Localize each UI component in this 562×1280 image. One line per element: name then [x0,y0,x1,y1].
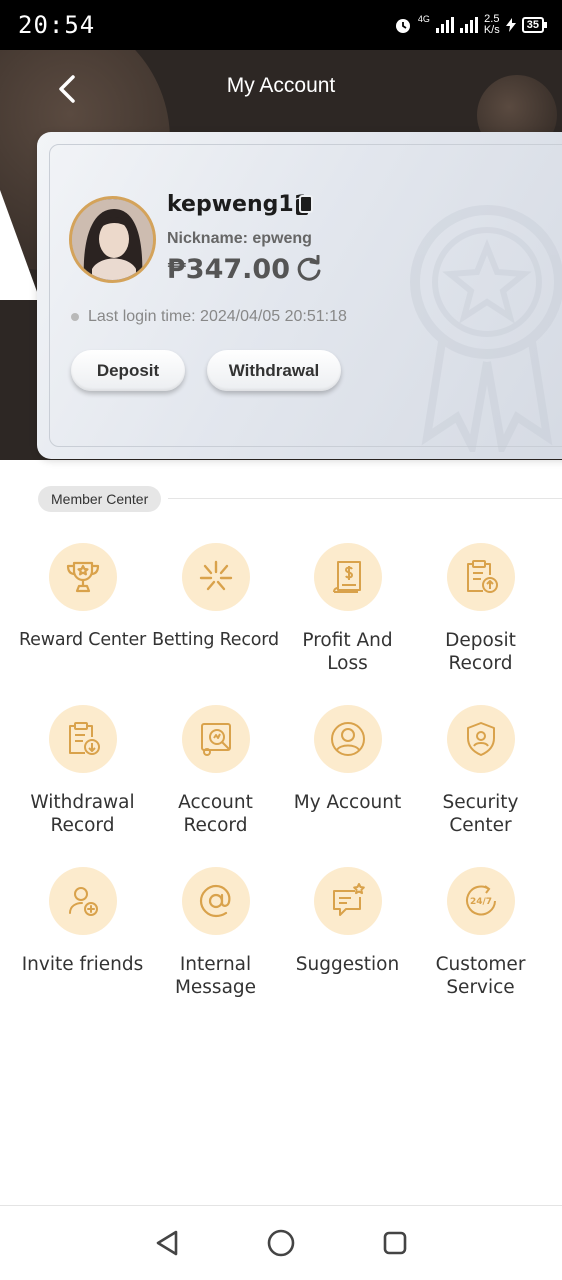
withdrawal-record-label: Withdrawal Record [30,792,135,836]
user-add-icon [68,887,98,916]
customer-service-label: Customer Service [435,954,526,998]
trophy-icon [66,561,99,593]
customer-service-item[interactable]: 24/7 Customer Service [414,867,547,999]
last-login: Last login time: 2024/04/05 20:51:18 [71,308,347,326]
refresh-balance-button[interactable] [295,254,323,288]
account-card: kepweng11 Nickname: epweng ₱347.00 Last … [37,132,562,459]
nav-home-button[interactable] [261,1223,301,1263]
suggestion-item[interactable]: Suggestion [281,867,414,976]
user-circle-icon [330,722,365,756]
net-speed-unit: K/s [483,24,500,36]
last-login-text: Last login time: 2024/04/05 20:51:18 [88,308,347,325]
withdrawal-button[interactable]: Withdrawal [207,350,341,391]
username: kepweng11 [167,192,309,217]
copy-button[interactable] [294,195,314,222]
divider [168,498,562,499]
medal-watermark-icon [410,205,562,452]
profit-and-loss-item[interactable]: Profit And Loss [281,543,414,675]
sparkle-icon [199,560,232,591]
status-icons: 4G 2.5 K/s 35 [394,14,548,36]
signal-icon-2 [459,17,478,33]
at-sign-icon [199,884,230,918]
nav-recents-button[interactable] [375,1223,415,1263]
betting-record-item[interactable]: Betting Record [149,543,282,652]
nickname: Nickname: epweng [167,230,312,247]
dollar-receipt-icon [332,561,361,593]
avatar[interactable] [69,196,156,283]
alarm-icon [395,19,410,33]
nav-back-button[interactable] [147,1223,187,1263]
chat-star-icon [332,883,365,916]
square-recents-icon [383,1231,407,1255]
suggestion-label: Suggestion [295,954,400,975]
deposit-record-label: Deposit Record [445,630,516,674]
security-center-item[interactable]: Security Center [414,705,547,837]
clipboard-upload-icon [466,560,498,593]
reward-center-item[interactable]: Reward Center [16,543,149,652]
deposit-record-item[interactable]: Deposit Record [414,543,547,675]
internal-message-label: Internal Message [174,954,257,998]
security-center-label: Security Center [442,792,519,836]
betting-record-label: Betting Record [152,630,279,650]
clipboard-download-icon [68,722,100,755]
account-record-item[interactable]: Account Record [149,705,282,837]
circle-home-icon [267,1229,295,1257]
internal-message-item[interactable]: Internal Message [149,867,282,999]
header-wedge [0,190,40,300]
profit-and-loss-label: Profit And Loss [302,630,393,674]
status-bar: 20:54 4G 2.5 K/s 35 [0,0,562,50]
balance: ₱347.00 [167,254,290,285]
triangle-back-icon [156,1230,178,1256]
shield-user-icon [466,722,495,756]
account-record-icon [200,723,231,756]
charging-icon [505,18,516,32]
support-24-7-icon: 24/7 [465,885,496,916]
my-account-item[interactable]: My Account [281,705,414,814]
withdrawal-record-item[interactable]: Withdrawal Record [16,705,149,837]
copy-icon [296,195,313,215]
svg-text:24/7: 24/7 [469,897,491,907]
battery-icon: 35 [521,17,548,33]
reward-center-label: Reward Center [18,630,147,650]
deposit-button[interactable]: Deposit [71,350,185,391]
system-nav-bar [0,1205,562,1280]
signal-icon [435,17,454,33]
status-time: 20:54 [18,11,96,39]
network-type: 4G [417,14,430,24]
invite-friends-item[interactable]: Invite friends [16,867,149,976]
net-speed: 2.5 K/s [484,14,500,36]
invite-friends-label: Invite friends [21,954,144,975]
refresh-icon [297,254,321,281]
my-account-label: My Account [293,792,402,813]
account-record-label: Account Record [178,792,253,836]
member-center-tag: Member Center [38,486,162,512]
status-dot [71,313,79,321]
page-title: My Account [226,74,336,97]
avatar-portrait-icon [72,199,153,280]
